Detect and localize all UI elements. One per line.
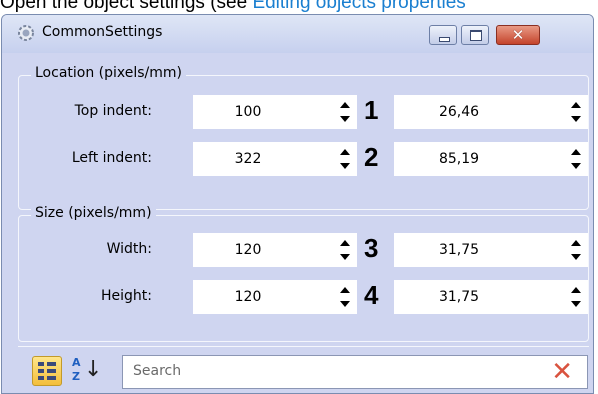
top-indent-pixels-spinner[interactable] [339,101,351,123]
caption-prefix: Open the object settings (see [0,0,253,13]
size-group-title: Size (pixels/mm) [31,205,156,221]
spin-up-icon[interactable] [571,102,581,108]
categorized-view-button[interactable] [32,356,62,386]
location-group-title: Location (pixels/mm) [31,65,187,81]
height-pixels-spinner[interactable] [339,286,351,308]
width-pixels-field[interactable]: 120 [193,233,357,267]
left-indent-mm-field[interactable]: 85,19 [394,142,588,176]
left-indent-pixels-field[interactable]: 322 [193,142,357,176]
spin-down-icon[interactable] [340,301,350,307]
top-indent-pixels-field[interactable]: 100 [193,95,357,129]
spin-down-icon[interactable] [340,116,350,122]
left-indent-pixels-value: 322 [234,151,262,167]
maximize-button[interactable] [461,25,489,45]
window-title: CommonSettings [42,24,163,40]
left-indent-pixels-spinner[interactable] [339,148,351,170]
close-icon: ✕ [511,26,525,44]
alphabetical-sort-button[interactable]: A Z ↓ [70,355,104,387]
sort-arrow-icon: ↓ [84,357,103,382]
sort-a-icon: A [72,356,81,369]
top-indent-mm-field[interactable]: 26,46 [394,95,588,129]
height-mm-value: 31,75 [438,289,480,305]
spin-down-icon[interactable] [571,116,581,122]
height-pixels-value: 120 [234,289,262,305]
spin-down-icon[interactable] [571,163,581,169]
spin-down-icon[interactable] [340,254,350,260]
width-mm-field[interactable]: 31,75 [394,233,588,267]
width-mm-spinner[interactable] [570,239,582,261]
left-indent-label: Left indent: [71,150,152,166]
top-indent-mm-value: 26,46 [438,104,480,120]
spin-up-icon[interactable] [340,102,350,108]
spin-up-icon[interactable] [571,287,581,293]
spin-up-icon[interactable] [340,240,350,246]
marker-1: 1 [364,95,379,125]
height-pixels-field[interactable]: 120 [193,280,357,314]
spin-down-icon[interactable] [571,254,581,260]
marker-3: 3 [364,233,379,263]
width-label: Width: [106,241,152,257]
minimize-button[interactable] [429,25,457,45]
height-label: Height: [101,288,152,304]
marker-2: 2 [364,142,379,172]
spin-up-icon[interactable] [571,240,581,246]
bottom-toolbar: A Z ↓ Search ✕ [18,346,589,393]
marker-4: 4 [364,280,379,310]
width-mm-value: 31,75 [438,242,480,258]
spin-down-icon[interactable] [571,301,581,307]
spin-down-icon[interactable] [340,163,350,169]
editing-properties-link[interactable]: Editing objects properties [252,0,465,13]
top-indent-label: Top indent: [74,103,152,119]
spin-up-icon[interactable] [571,149,581,155]
caption-text: Open the object settings (see Editing ob… [0,0,598,14]
height-mm-spinner[interactable] [570,286,582,308]
search-placeholder: Search [133,363,182,379]
left-indent-mm-spinner[interactable] [570,148,582,170]
clear-search-icon[interactable]: ✕ [551,357,573,387]
gear-icon [18,25,34,41]
height-mm-field[interactable]: 31,75 [394,280,588,314]
close-button[interactable]: ✕ [496,25,540,45]
search-input[interactable]: Search ✕ [122,355,588,389]
left-indent-mm-value: 85,19 [438,151,480,167]
sort-z-icon: Z [72,370,80,383]
width-pixels-spinner[interactable] [339,239,351,261]
top-indent-pixels-value: 100 [234,104,262,120]
width-pixels-value: 120 [234,242,262,258]
title-bar[interactable]: CommonSettings ✕ [2,15,593,53]
spin-up-icon[interactable] [340,149,350,155]
common-settings-window: CommonSettings ✕ Location (pixels/mm) To… [1,14,594,394]
spin-up-icon[interactable] [340,287,350,293]
top-indent-mm-spinner[interactable] [570,101,582,123]
